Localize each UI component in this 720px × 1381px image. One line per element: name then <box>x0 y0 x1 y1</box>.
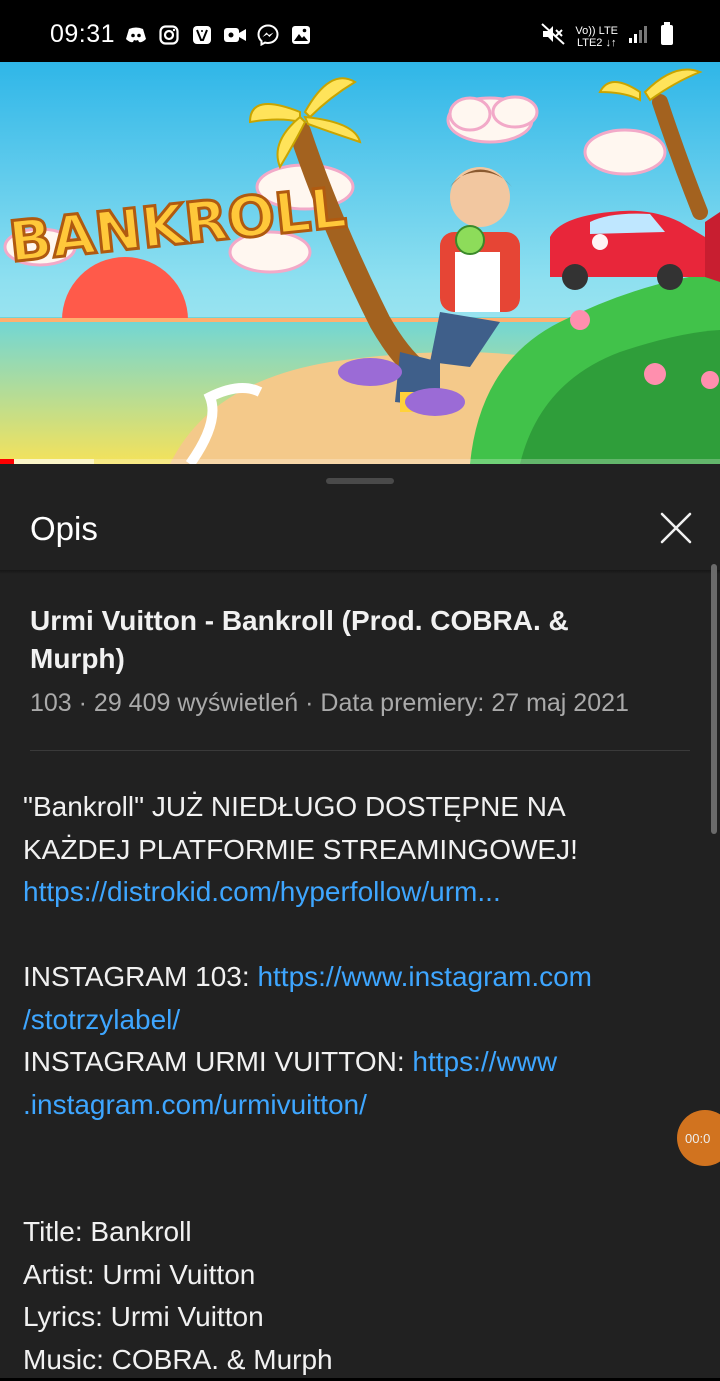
system-icons: Vo)) LTE LTE2 ↓↑ <box>541 22 674 51</box>
credit-line: Title: Bankroll <box>23 1211 693 1254</box>
vinted-icon <box>190 24 214 46</box>
mute-icon <box>541 23 565 50</box>
instagram-urmi-link-cont[interactable]: .instagram.com/urmivuitton/ <box>23 1089 367 1120</box>
video-meta: 103 · 29 409 wyświetleń · Data premiery:… <box>30 689 629 718</box>
header-divider <box>0 570 720 574</box>
signal-icon <box>628 24 650 49</box>
status-time: 09:31 <box>50 20 115 49</box>
network-line-1: Vo)) LTE <box>575 25 618 37</box>
instagram-103-label: INSTAGRAM 103: <box>23 961 257 992</box>
section-divider <box>30 750 690 751</box>
description-text: "Bankroll" JUŻ NIEDŁUGO DOSTĘPNE NA KAŻD… <box>23 786 693 1381</box>
close-icon <box>656 508 696 548</box>
video-player[interactable]: BANKROLL <box>0 62 720 464</box>
panel-title: Opis <box>30 510 98 548</box>
instagram-urmi-link[interactable]: https://www <box>412 1046 557 1077</box>
instagram-103-link[interactable]: https://www.instagram.com <box>257 961 592 992</box>
drag-handle[interactable] <box>326 478 394 484</box>
gallery-icon <box>289 24 313 46</box>
blank-line <box>23 914 693 957</box>
scrollbar[interactable] <box>711 564 717 834</box>
credit-line: Artist: Urmi Vuitton <box>23 1254 693 1297</box>
instagram-icon <box>157 24 181 46</box>
close-button[interactable] <box>656 508 696 548</box>
video-thumbnail-illustration: BANKROLL <box>0 62 720 464</box>
network-line-2: LTE2 ↓↑ <box>575 37 618 49</box>
status-bar: 09:31 Vo)) LTE LTE2 ↓↑ <box>0 0 720 62</box>
instagram-urmi-label: INSTAGRAM URMI VUITTON: <box>23 1046 412 1077</box>
panel-header: Opis <box>0 494 720 574</box>
distrokid-link[interactable]: https://distrokid.com/hyperfollow/urm... <box>23 876 501 907</box>
credit-line: Lyrics: Urmi Vuitton <box>23 1296 693 1339</box>
messenger-icon <box>256 24 280 46</box>
blank-line <box>23 1169 693 1212</box>
notification-icons <box>124 24 313 46</box>
blank-line <box>23 1126 693 1169</box>
video-camera-icon <box>223 24 247 46</box>
description-panel: Opis Urmi Vuitton - Bankroll (Prod. COBR… <box>0 464 720 1378</box>
credit-line: Music: COBRA. & Murph <box>23 1339 693 1381</box>
description-line: KAŻDEJ PLATFORMIE STREAMINGOWEJ! <box>23 829 693 872</box>
video-title: Urmi Vuitton - Bankroll (Prod. COBRA. & … <box>30 602 660 678</box>
discord-icon <box>124 24 148 46</box>
description-line: "Bankroll" JUŻ NIEDŁUGO DOSTĘPNE NA <box>23 786 693 829</box>
instagram-103-link-cont[interactable]: /stotrzylabel/ <box>23 1004 180 1035</box>
battery-icon <box>660 22 674 51</box>
network-indicator: Vo)) LTE LTE2 ↓↑ <box>575 25 618 49</box>
